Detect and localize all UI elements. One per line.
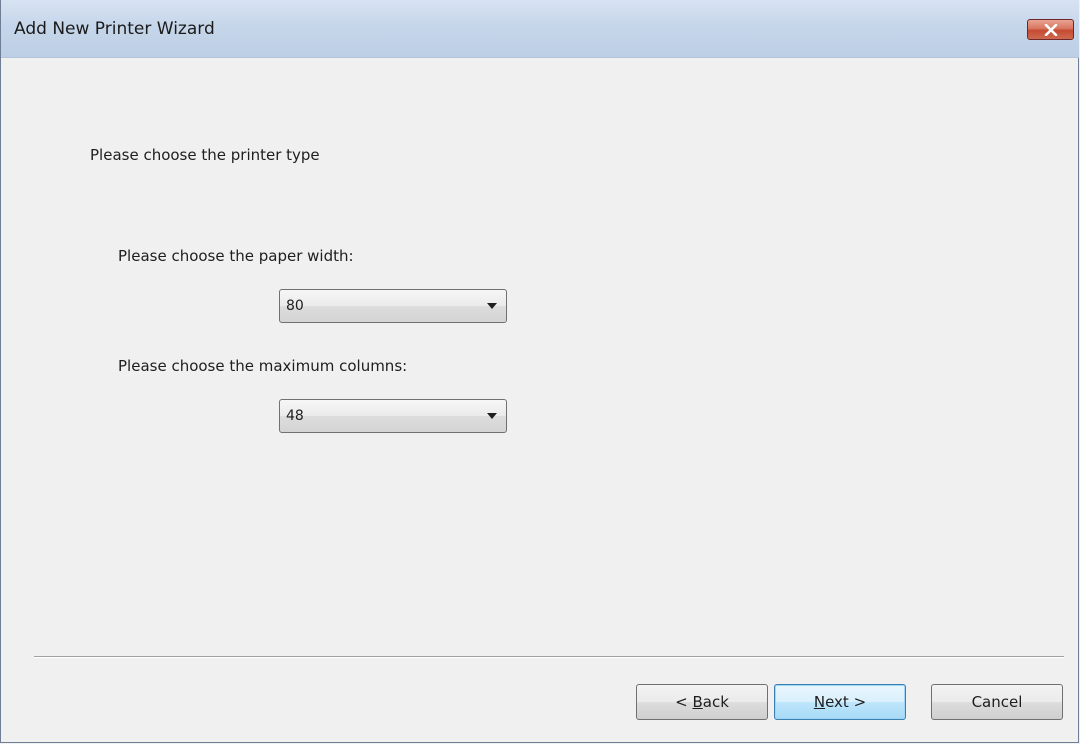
max-columns-select[interactable]: 48 bbox=[279, 399, 507, 433]
close-button[interactable] bbox=[1027, 19, 1074, 40]
paper-width-select[interactable]: 80 bbox=[279, 289, 507, 323]
next-button-accel: N bbox=[813, 693, 826, 711]
footer-separator bbox=[34, 656, 1064, 658]
back-button-accel: B bbox=[692, 693, 703, 711]
next-button[interactable]: Next > bbox=[774, 684, 906, 720]
back-button[interactable]: < Back bbox=[636, 684, 768, 720]
cancel-button[interactable]: Cancel bbox=[931, 684, 1063, 720]
wizard-window: Add New Printer Wizard Please choose the… bbox=[0, 0, 1079, 743]
title-bar[interactable]: Add New Printer Wizard bbox=[1, 0, 1079, 58]
back-button-rest: ack bbox=[702, 693, 729, 711]
paper-width-value: 80 bbox=[286, 298, 304, 314]
paper-width-label: Please choose the paper width: bbox=[118, 247, 354, 265]
window-title: Add New Printer Wizard bbox=[14, 19, 215, 39]
back-button-prefix: < bbox=[675, 693, 693, 711]
dropdown-arrow-icon bbox=[487, 303, 497, 309]
wizard-content: Please choose the printer type Please ch… bbox=[1, 58, 1079, 742]
max-columns-label: Please choose the maximum columns: bbox=[118, 357, 408, 375]
next-button-rest: ext > bbox=[825, 693, 867, 711]
close-icon bbox=[1044, 23, 1058, 36]
dropdown-arrow-icon bbox=[487, 413, 497, 419]
printer-type-heading: Please choose the printer type bbox=[90, 146, 320, 164]
max-columns-value: 48 bbox=[286, 408, 304, 424]
